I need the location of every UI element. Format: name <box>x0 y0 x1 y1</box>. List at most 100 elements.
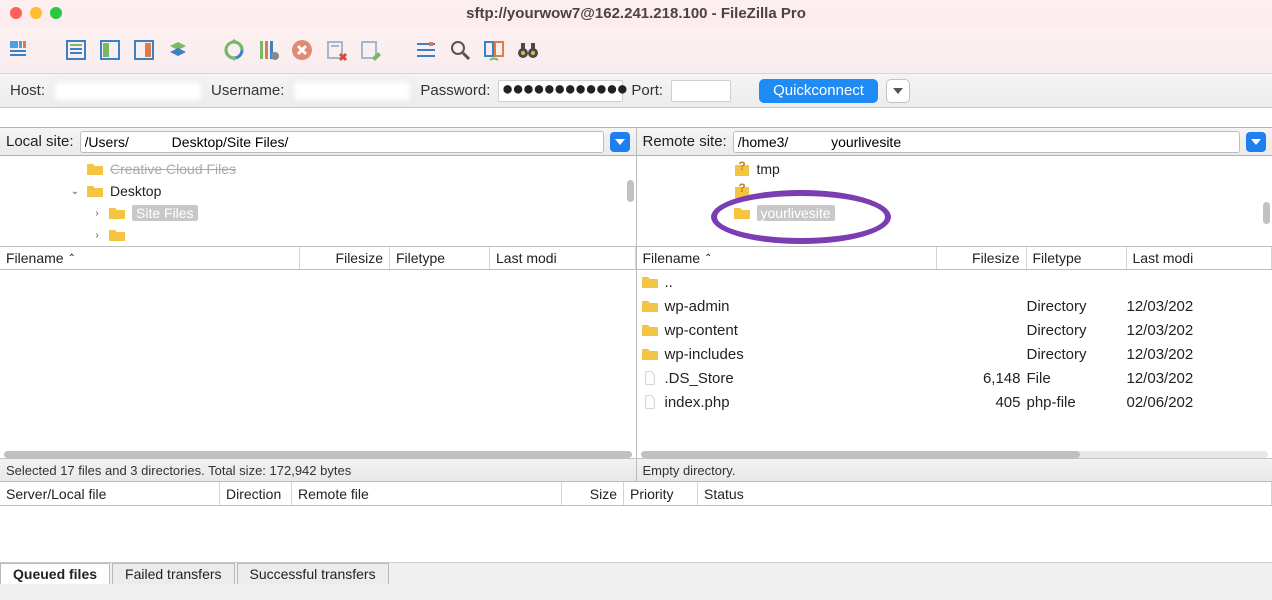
col-last-modified[interactable]: Last modi <box>1127 247 1272 269</box>
remote-site-dropdown[interactable] <box>1246 132 1266 152</box>
chevron-right-icon[interactable]: › <box>92 208 102 219</box>
file-modified: 12/03/202 <box>1127 370 1272 387</box>
filter-icon[interactable] <box>412 36 440 64</box>
col-filename[interactable]: Filename⌃ <box>637 247 937 269</box>
local-site-dropdown[interactable] <box>610 132 630 152</box>
file-type: Directory <box>1027 298 1127 315</box>
table-row[interactable]: wp-includesDirectory12/03/202 <box>637 342 1272 366</box>
bottom-tabs: Queued files Failed transfers Successful… <box>0 562 1272 584</box>
queue-col-priority[interactable]: Priority <box>624 482 698 505</box>
tab-successful-transfers[interactable]: Successful transfers <box>237 563 389 584</box>
file-name: wp-content <box>665 322 738 339</box>
local-site-label: Local site: <box>6 133 74 150</box>
queue-header: Server/Local file Direction Remote file … <box>0 482 1272 506</box>
queue-col-remote[interactable]: Remote file <box>292 482 562 505</box>
password-input[interactable]: ●●●●●●●●●●●● <box>498 80 623 102</box>
file-modified: 12/03/202 <box>1127 322 1272 339</box>
process-queue-icon[interactable] <box>254 36 282 64</box>
file-size: 405 <box>937 394 1027 411</box>
quickconnect-button[interactable]: Quickconnect <box>759 79 878 103</box>
folder-icon <box>641 347 659 361</box>
sort-asc-icon: ⌃ <box>704 253 712 264</box>
col-filetype[interactable]: Filetype <box>1027 247 1127 269</box>
file-type: Directory <box>1027 322 1127 339</box>
quickconnect-bar: Host: Username: Password: ●●●●●●●●●●●● P… <box>0 74 1272 108</box>
toggle-queue-icon[interactable] <box>164 36 192 64</box>
remote-status: Empty directory. <box>637 458 1272 482</box>
quickconnect-history-button[interactable] <box>886 79 910 103</box>
scrollbar-thumb[interactable] <box>627 180 634 202</box>
unknown-folder-icon: ? <box>733 160 751 178</box>
message-log[interactable] <box>0 108 1272 128</box>
queue-col-status[interactable]: Status <box>698 482 1272 505</box>
host-input[interactable] <box>53 80 203 102</box>
toggle-log-icon[interactable] <box>62 36 90 64</box>
tree-item-tmp: tmp <box>757 161 780 177</box>
local-tree[interactable]: Creative Cloud Files ⌄ Desktop › Site Fi… <box>0 156 636 246</box>
site-manager-icon[interactable] <box>6 36 34 64</box>
local-pane: Local site: Creative Cloud Files ⌄ Deskt… <box>0 128 637 482</box>
unknown-folder-icon: ? <box>733 182 751 200</box>
remote-pane: Remote site: ? tmp ? ... yourlivesite F <box>637 128 1272 482</box>
col-last-modified[interactable]: Last modi <box>490 247 636 269</box>
file-icon <box>641 371 659 385</box>
compare-icon[interactable] <box>480 36 508 64</box>
file-name: wp-includes <box>665 346 744 363</box>
svg-text:?: ? <box>738 182 745 195</box>
folder-icon <box>86 184 104 198</box>
remote-tree[interactable]: ? tmp ? ... yourlivesite <box>637 156 1272 246</box>
table-row[interactable]: .DS_Store6,148File12/03/202 <box>637 366 1272 390</box>
horizontal-scrollbar[interactable] <box>641 451 1269 458</box>
file-icon <box>641 395 659 409</box>
username-label: Username: <box>211 82 284 99</box>
folder-icon <box>86 162 104 176</box>
local-status: Selected 17 files and 3 directories. Tot… <box>0 458 636 482</box>
chevron-down-icon[interactable]: ⌄ <box>70 186 80 197</box>
table-row[interactable]: index.php405php-file02/06/202 <box>637 390 1272 414</box>
tab-failed-transfers[interactable]: Failed transfers <box>112 563 234 584</box>
search-icon[interactable] <box>446 36 474 64</box>
remote-list-header: Filename⌃ Filesize Filetype Last modi <box>637 246 1272 270</box>
queue-col-server[interactable]: Server/Local file <box>0 482 220 505</box>
table-row[interactable]: wp-content Directory12/03/202 <box>637 318 1272 342</box>
folder-icon <box>108 228 126 242</box>
reconnect-icon[interactable] <box>356 36 384 64</box>
file-modified: 02/06/202 <box>1127 394 1272 411</box>
col-filesize[interactable]: Filesize <box>937 247 1027 269</box>
col-filetype[interactable]: Filetype <box>390 247 490 269</box>
cancel-icon[interactable] <box>288 36 316 64</box>
folder-icon <box>108 206 126 220</box>
folder-icon <box>733 206 751 220</box>
tab-queued-files[interactable]: Queued files <box>0 563 110 584</box>
file-modified: 12/03/202 <box>1127 346 1272 363</box>
local-file-list[interactable] <box>0 270 636 458</box>
queue-col-size[interactable]: Size <box>562 482 624 505</box>
host-label: Host: <box>10 82 45 99</box>
local-list-header: Filename⌃ Filesize Filetype Last modi <box>0 246 636 270</box>
scrollbar-thumb[interactable] <box>1263 202 1270 224</box>
port-input[interactable] <box>671 80 731 102</box>
horizontal-scrollbar[interactable] <box>4 451 632 458</box>
refresh-icon[interactable] <box>220 36 248 64</box>
queue-col-direction[interactable]: Direction <box>220 482 292 505</box>
local-site-input[interactable] <box>80 131 604 153</box>
folder-icon <box>641 299 659 313</box>
folder-icon <box>641 275 659 289</box>
svg-text:?: ? <box>738 160 745 173</box>
col-filename[interactable]: Filename⌃ <box>0 247 300 269</box>
toggle-remote-tree-icon[interactable] <box>130 36 158 64</box>
toggle-local-tree-icon[interactable] <box>96 36 124 64</box>
disconnect-icon[interactable] <box>322 36 350 64</box>
table-row[interactable]: .. <box>637 270 1272 294</box>
col-filesize[interactable]: Filesize <box>300 247 390 269</box>
table-row[interactable]: wp-adminDirectory12/03/202 <box>637 294 1272 318</box>
chevron-right-icon[interactable]: › <box>92 230 102 241</box>
binoculars-icon[interactable] <box>514 36 542 64</box>
remote-file-list[interactable]: .. wp-adminDirectory12/03/202 wp-content Di… <box>637 270 1272 458</box>
tree-item-desktop: Desktop <box>110 183 161 199</box>
file-name: .. <box>665 274 673 291</box>
tree-item-label: Creative Cloud Files <box>110 161 236 177</box>
username-input[interactable] <box>292 80 412 102</box>
remote-site-input[interactable] <box>733 131 1240 153</box>
queue-body[interactable] <box>0 506 1272 562</box>
